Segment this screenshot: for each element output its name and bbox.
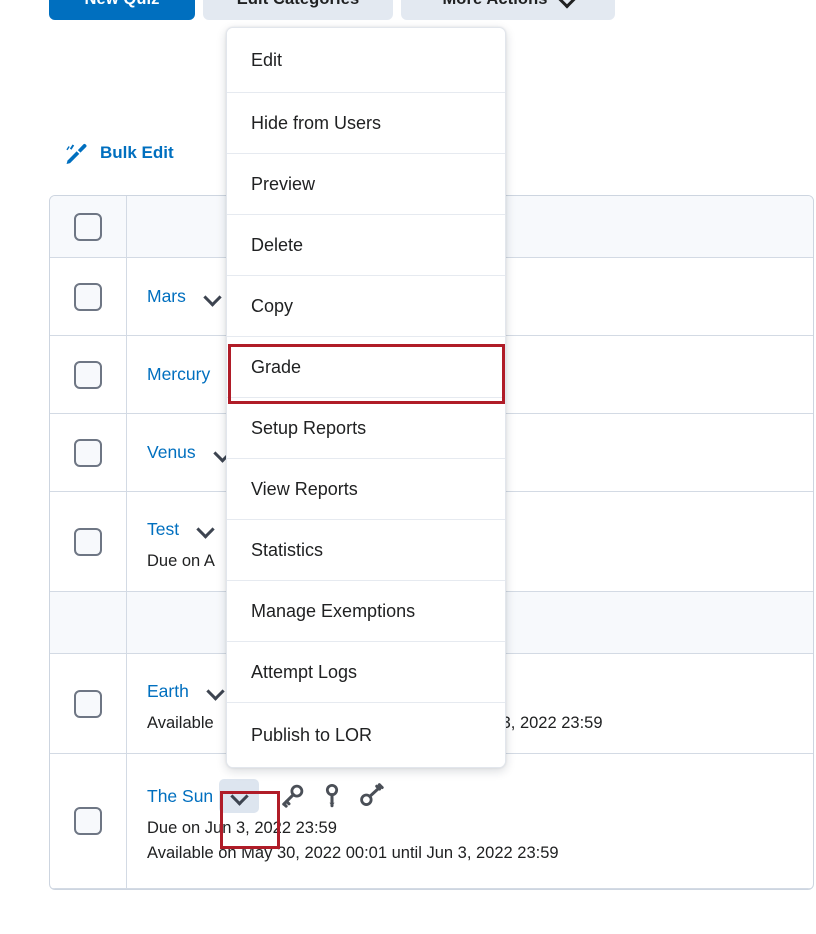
bulk-edit-label: Bulk Edit — [100, 143, 174, 162]
row-due-date: Due on Jun 3, 2022 23:59 — [147, 819, 337, 837]
row-select-cell — [50, 492, 127, 591]
chevron-down-icon — [204, 289, 220, 305]
menu-item-view-reports[interactable]: View Reports — [227, 459, 505, 520]
menu-item-edit[interactable]: Edit — [227, 28, 505, 93]
row-select-cell — [50, 336, 127, 413]
row-status-icons — [279, 783, 385, 809]
quiz-link-test[interactable]: Test — [147, 519, 179, 540]
select-all-cell — [50, 196, 127, 257]
menu-item-publish-to-lor[interactable]: Publish to LOR — [227, 703, 505, 767]
row-checkbox[interactable] — [74, 807, 102, 835]
row-menu-button-the-sun[interactable] — [219, 779, 260, 813]
row-checkbox[interactable] — [74, 438, 102, 467]
chevron-down-icon — [197, 521, 213, 537]
quiz-link-mercury[interactable]: Mercury — [147, 364, 210, 385]
new-quiz-label: New Quiz — [84, 0, 159, 9]
row-body: The Sun Due on Jun 3, 2022 23:59 Availab… — [127, 754, 813, 888]
row-checkbox[interactable] — [74, 360, 102, 389]
row-availability: Available on May 30, 2022 00:01 until Ju… — [147, 844, 559, 862]
row-availability-start: Available — [147, 714, 214, 732]
quiz-link-earth[interactable]: Earth — [147, 681, 189, 702]
row-select-cell — [50, 258, 127, 335]
more-actions-button[interactable]: More Actions — [401, 0, 615, 20]
quiz-link-mars[interactable]: Mars — [147, 286, 186, 307]
bulk-edit-link[interactable]: Bulk Edit — [64, 140, 174, 166]
edit-categories-label: Edit Categories — [237, 0, 360, 9]
quiz-link-venus[interactable]: Venus — [147, 442, 196, 463]
key-horizontal-icon — [359, 783, 385, 809]
menu-item-manage-exemptions[interactable]: Manage Exemptions — [227, 581, 505, 642]
menu-item-copy[interactable]: Copy — [227, 276, 505, 337]
new-quiz-button[interactable]: New Quiz — [49, 0, 195, 20]
section-select-cell — [50, 592, 127, 653]
menu-item-delete[interactable]: Delete — [227, 215, 505, 276]
row-select-cell — [50, 754, 127, 888]
row-select-cell — [50, 414, 127, 491]
row-menu-button-test[interactable] — [185, 512, 225, 546]
key-diagonal-icon — [279, 783, 305, 809]
row-checkbox[interactable] — [74, 527, 102, 556]
edit-categories-button[interactable]: Edit Categories — [203, 0, 393, 20]
key-vertical-icon — [319, 783, 345, 809]
context-dropdown-menu: Edit Hide from Users Preview Delete Copy… — [226, 27, 506, 768]
quiz-management-page: New Quiz Edit Categories More Actions Bu… — [0, 0, 816, 934]
chevron-down-icon — [207, 683, 223, 699]
menu-item-preview[interactable]: Preview — [227, 154, 505, 215]
row-title-line: The Sun — [147, 779, 813, 813]
row-checkbox[interactable] — [74, 689, 102, 718]
menu-item-statistics[interactable]: Statistics — [227, 520, 505, 581]
menu-item-grade[interactable]: Grade — [227, 337, 505, 398]
chevron-down-icon — [560, 0, 574, 6]
more-actions-label: More Actions — [442, 0, 547, 9]
table-row: The Sun Due on Jun 3, 2022 23:59 Availab… — [50, 754, 813, 889]
row-checkbox[interactable] — [74, 282, 102, 311]
menu-item-attempt-logs[interactable]: Attempt Logs — [227, 642, 505, 703]
menu-item-hide-from-users[interactable]: Hide from Users — [227, 93, 505, 154]
pencil-edit-icon — [64, 140, 90, 166]
menu-item-setup-reports[interactable]: Setup Reports — [227, 398, 505, 459]
quiz-link-the-sun[interactable]: The Sun — [147, 786, 213, 807]
select-all-checkbox[interactable] — [74, 212, 102, 241]
page-toolbar: New Quiz Edit Categories More Actions — [49, 0, 615, 20]
chevron-down-icon — [231, 788, 247, 804]
row-select-cell — [50, 654, 127, 753]
